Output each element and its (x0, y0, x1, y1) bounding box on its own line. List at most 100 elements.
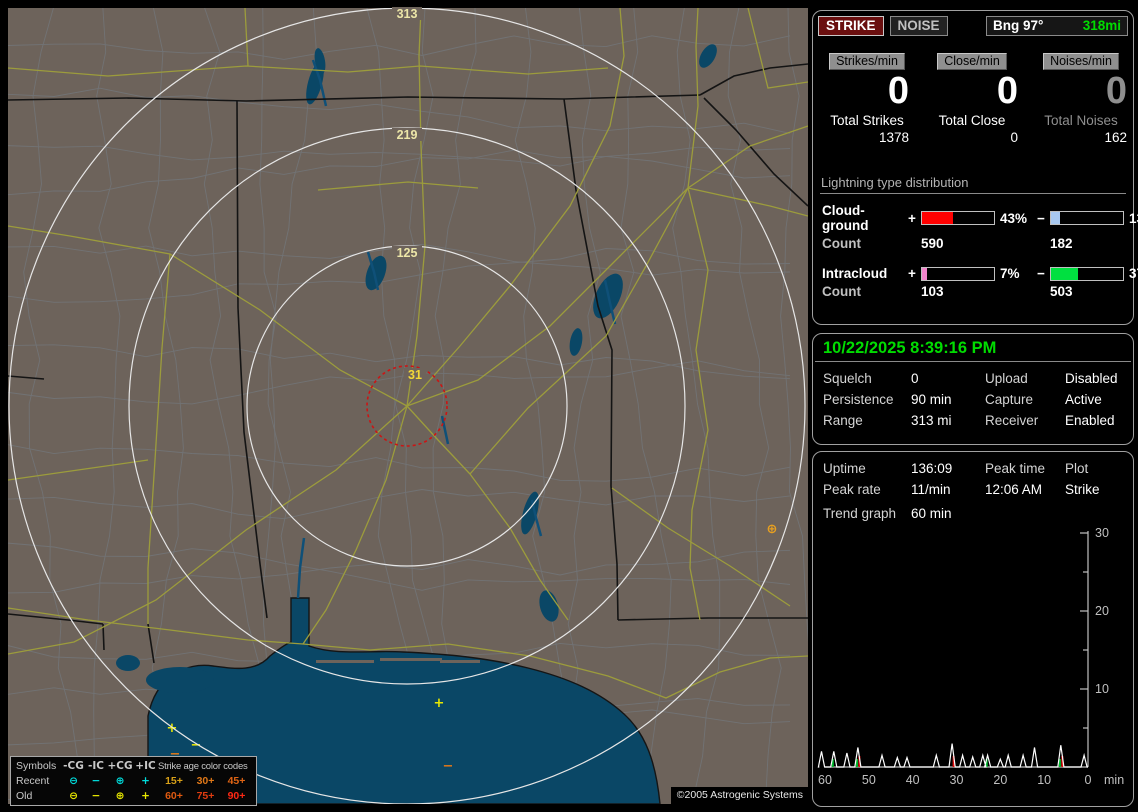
ic-plus-pct: 7% (1000, 266, 1020, 281)
copyright-text: ©2005 Astrogenic Systems (670, 787, 808, 804)
app-window: { "toolbar": { "strike_label": "STRIKE",… (0, 0, 1138, 812)
close-rate-value: 0 (996, 70, 1018, 112)
total-noises-label: Total Noises (1044, 113, 1118, 128)
svg-text:60: 60 (818, 773, 832, 787)
svg-text:20: 20 (1095, 604, 1109, 618)
svg-text:125: 125 (397, 246, 418, 260)
persistence-value: 90 min (911, 392, 952, 407)
close-per-min-button[interactable]: Close/min (937, 53, 1007, 70)
age-30: 30+ (196, 775, 215, 787)
ic-plus-bar (921, 266, 995, 281)
strike-button[interactable]: STRIKE (818, 16, 884, 36)
age-90: 90+ (227, 790, 246, 802)
age-60: 60+ (165, 790, 183, 802)
noises-counter: Noises/min 0 Total Noises 162 (1031, 53, 1131, 145)
trend-graph-label: Trend graph (823, 506, 897, 521)
noise-button[interactable]: NOISE (889, 16, 948, 36)
noises-per-min-button[interactable]: Noises/min (1043, 53, 1119, 70)
capture-status: Active (1065, 392, 1102, 407)
strikes-counter: Strikes/min 0 Total Strikes 1378 (821, 53, 913, 145)
cloud-ground-label: Cloud-ground (822, 203, 869, 233)
legend-col-pic: +IC (135, 760, 156, 772)
datetime-display: 10/22/2025 8:39:16 PM (815, 334, 1131, 362)
total-close-value: 0 (1010, 130, 1018, 145)
minus-sign: − (1037, 266, 1045, 281)
svg-text:min: min (1104, 773, 1124, 787)
minus-icon: − (91, 790, 101, 802)
ic-count-label: Count (822, 284, 861, 299)
range-value: 313 mi (911, 413, 952, 428)
noises-rate-value: 0 (1105, 70, 1127, 112)
svg-text:31: 31 (408, 368, 422, 382)
plus-icon: + (141, 775, 150, 787)
cg-minus-bar (1050, 211, 1124, 225)
circle-minus-icon: ⊖ (69, 775, 78, 787)
cg-plus-pct: 43% (1000, 210, 1028, 226)
svg-text:40: 40 (906, 773, 920, 787)
bearing-range: 318mi (1082, 18, 1121, 33)
trend-graph-value: 60 min (911, 506, 952, 521)
distribution-title: Lightning type distribution (820, 175, 1126, 194)
legend-old-label: Old (16, 790, 33, 802)
lightning-distribution: Lightning type distribution Cloud-ground… (813, 175, 1138, 299)
map-canvas[interactable]: ⊕ + − + − − 313 219 125 31 (8, 7, 808, 804)
map-legend: Symbols -CG -IC +CG +IC Strike age color… (10, 756, 257, 806)
cg-plus-bar (921, 211, 995, 225)
uptime-label: Uptime (823, 461, 866, 476)
status-panel: 10/22/2025 8:39:16 PM Squelch 0 Upload D… (812, 333, 1134, 445)
uptime-value: 136:09 (911, 461, 953, 476)
svg-text:313: 313 (397, 7, 418, 21)
svg-text:−: − (443, 759, 454, 774)
trend-panel: Uptime 136:09 Peak time Plot Peak rate 1… (812, 451, 1134, 807)
chart-tick-labels: 30 20 10 60 50 40 30 20 10 0 min (818, 526, 1124, 787)
legend-row-old: Old ⊖ − ⊕ + 60+ 75+ 90+ (16, 789, 253, 804)
squelch-label: Squelch (823, 371, 872, 386)
plus-sign: + (908, 210, 916, 226)
receiver-status: Enabled (1065, 413, 1115, 428)
svg-text:30: 30 (1095, 526, 1109, 540)
peak-time-label: Peak time (985, 461, 1046, 476)
lightning-map[interactable]: ⊕ + − + − − 313 219 125 31 Symbols -CG -IC +CG +I… (8, 7, 808, 806)
peak-time-value: 12:06 AM (985, 482, 1043, 497)
legend-age-header: Strike age color codes (158, 761, 248, 772)
trend-graph-chart: 30 20 10 60 50 40 30 20 10 0 min (817, 526, 1124, 787)
close-counter: Close/min 0 Total Close 0 (922, 53, 1022, 145)
svg-text:30: 30 (950, 773, 964, 787)
ic-plus-count: 103 (921, 284, 944, 299)
peak-rate-value: 11/min (911, 482, 951, 497)
svg-text:10: 10 (1095, 682, 1109, 696)
legend-col-pcg: +CG (107, 760, 133, 772)
plus-icon: + (141, 790, 150, 802)
svg-text:219: 219 (397, 128, 418, 142)
circle-minus-icon: ⊖ (69, 790, 78, 802)
minus-sign: − (1037, 210, 1045, 226)
bearing-label: Bng 97° (993, 18, 1044, 33)
ic-minus-count: 503 (1050, 284, 1073, 299)
upload-status: Disabled (1065, 371, 1118, 386)
svg-text:20: 20 (993, 773, 1007, 787)
bearing-display: Bng 97° 318mi (986, 16, 1128, 36)
persistence-label: Persistence (823, 392, 894, 407)
intracloud-label: Intracloud (822, 266, 888, 281)
chart-markers (831, 756, 1064, 767)
plot-label: Plot (1065, 461, 1089, 476)
legend-row-recent: Recent ⊖ − ⊕ + 15+ 30+ 45+ (16, 774, 253, 789)
total-strikes-value: 1378 (878, 130, 909, 145)
legend-symbols-header: Symbols (16, 760, 57, 772)
total-close-label: Total Close (938, 113, 1006, 128)
upload-label: Upload (985, 371, 1028, 386)
circle-plus-icon: ⊕ (115, 790, 125, 802)
cg-plus-count: 590 (921, 236, 944, 251)
total-strikes-label: Total Strikes (830, 113, 904, 128)
age-45: 45+ (227, 775, 246, 787)
age-75: 75+ (196, 790, 215, 802)
legend-col-nic: -IC (88, 760, 104, 772)
svg-text:+: + (167, 721, 178, 736)
strikes-per-min-button[interactable]: Strikes/min (829, 53, 905, 70)
legend-recent-label: Recent (16, 775, 50, 787)
plus-sign: + (908, 266, 916, 281)
peak-rate-label: Peak rate (823, 482, 881, 497)
capture-label: Capture (985, 392, 1034, 407)
range-label: Range (823, 413, 863, 428)
age-15: 15+ (165, 775, 183, 787)
